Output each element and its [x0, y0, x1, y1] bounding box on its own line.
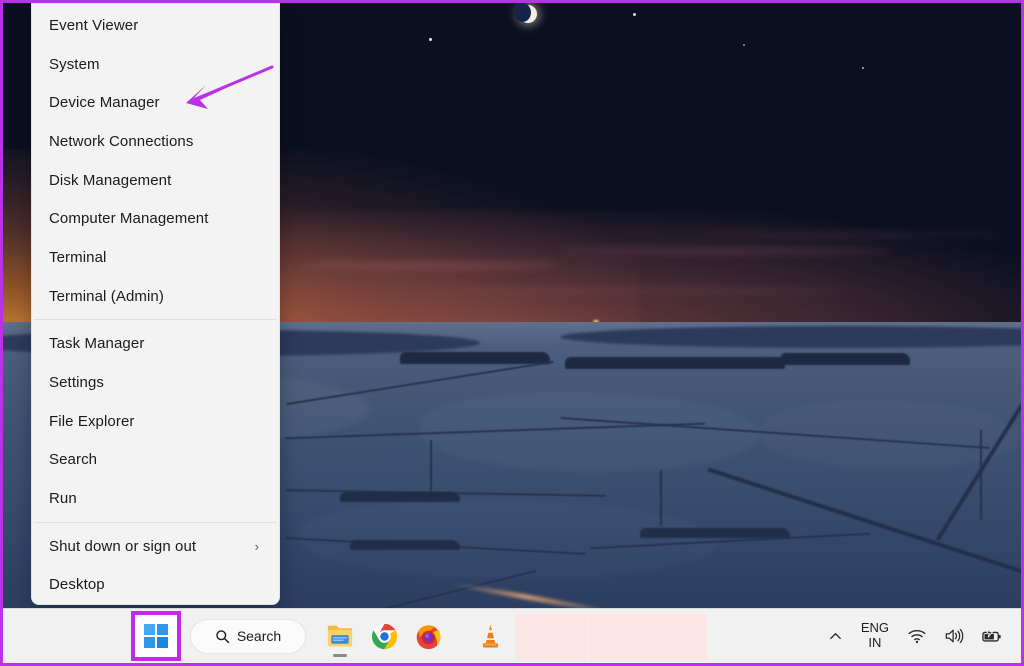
- menu-item-file-explorer[interactable]: File Explorer: [32, 402, 279, 441]
- tray-volume-button[interactable]: [935, 616, 972, 656]
- battery-charging-icon: [980, 627, 1003, 645]
- taskbar-redacted-region: [515, 614, 707, 661]
- menu-item-event-viewer[interactable]: Event Viewer: [32, 6, 279, 45]
- chevron-up-icon: [828, 629, 843, 644]
- tray-show-hidden-icons-button[interactable]: [820, 616, 851, 656]
- menu-item-label: Disk Management: [49, 172, 265, 189]
- menu-item-label: Search: [49, 451, 265, 468]
- wallpaper-cloud: [700, 232, 1000, 237]
- wallpaper-cloud: [300, 262, 560, 269]
- menu-item-network-connections[interactable]: Network Connections: [32, 122, 279, 161]
- crescent-moon-icon: [519, 5, 537, 23]
- tray-battery-button[interactable]: [972, 616, 1011, 656]
- search-button[interactable]: Search: [190, 619, 306, 654]
- menu-item-label: Terminal: [49, 249, 265, 266]
- wallpaper-treeline: [640, 528, 790, 538]
- star: [633, 13, 636, 16]
- menu-item-search[interactable]: Search: [32, 440, 279, 479]
- taskbar-app-vlc-media-player[interactable]: [468, 613, 512, 659]
- menu-item-run[interactable]: Run: [32, 479, 279, 518]
- menu-item-computer-management[interactable]: Computer Management: [32, 199, 279, 238]
- menu-item-label: Settings: [49, 374, 265, 391]
- wallpaper-treeline: [350, 540, 460, 550]
- search-icon: [215, 629, 230, 644]
- menu-item-label: Event Viewer: [49, 17, 265, 34]
- tray-language-indicator[interactable]: ENG IN: [851, 616, 899, 656]
- menu-item-desktop[interactable]: Desktop: [32, 565, 279, 604]
- menu-item-shut-down-or-sign-out[interactable]: Shut down or sign out›: [32, 527, 279, 566]
- wallpaper-field-wall: [660, 470, 662, 526]
- menu-item-disk-management[interactable]: Disk Management: [32, 161, 279, 200]
- start-button[interactable]: [131, 611, 181, 661]
- menu-item-label: Run: [49, 490, 265, 507]
- wallpaper-treeline: [400, 352, 550, 364]
- taskbar-app-google-chrome[interactable]: [362, 613, 406, 659]
- menu-separator: [34, 522, 277, 523]
- wallpaper-cloud: [430, 288, 850, 294]
- star: [429, 38, 432, 41]
- menu-item-label: Desktop: [49, 576, 265, 593]
- taskbar-left-cluster: Search: [131, 611, 512, 661]
- chrome-icon: [371, 623, 398, 650]
- taskbar-app-file-explorer[interactable]: [318, 613, 362, 659]
- vlc-cone-icon: [477, 623, 504, 650]
- tray-language-line2: IN: [868, 636, 881, 651]
- menu-item-label: Computer Management: [49, 210, 265, 227]
- speaker-icon: [943, 627, 964, 645]
- menu-item-label: Shut down or sign out: [49, 538, 255, 555]
- wallpaper-treeline: [780, 353, 910, 365]
- wallpaper-treeline: [565, 357, 785, 369]
- windows-logo-icon: [144, 624, 168, 648]
- menu-item-task-manager[interactable]: Task Manager: [32, 324, 279, 363]
- menu-item-settings[interactable]: Settings: [32, 363, 279, 402]
- firefox-icon: [415, 623, 442, 650]
- search-label: Search: [237, 628, 281, 644]
- taskbar-system-tray: ENG IN: [820, 616, 1011, 656]
- chevron-right-icon: ›: [255, 540, 265, 553]
- annotation-arrow-icon: [172, 62, 282, 112]
- star: [743, 44, 745, 46]
- wifi-icon: [907, 627, 927, 645]
- tray-network-button[interactable]: [899, 616, 935, 656]
- menu-item-terminal[interactable]: Terminal: [32, 238, 279, 277]
- menu-item-label: Network Connections: [49, 133, 265, 150]
- menu-item-terminal-admin[interactable]: Terminal (Admin): [32, 277, 279, 316]
- tray-language-line1: ENG: [861, 621, 889, 636]
- menu-item-label: Terminal (Admin): [49, 288, 265, 305]
- taskbar[interactable]: Search: [3, 608, 1021, 663]
- menu-item-label: Task Manager: [49, 335, 265, 352]
- wallpaper-field-wall: [430, 440, 432, 500]
- star: [862, 67, 864, 69]
- wallpaper-treeline: [340, 492, 460, 502]
- menu-item-label: File Explorer: [49, 413, 265, 430]
- menu-separator: [34, 319, 277, 320]
- file-explorer-icon: [326, 623, 354, 649]
- wallpaper-sunset-glow-secondary: [260, 210, 1024, 340]
- taskbar-app-mozilla-firefox[interactable]: [406, 613, 450, 659]
- wallpaper-cloud: [560, 248, 890, 254]
